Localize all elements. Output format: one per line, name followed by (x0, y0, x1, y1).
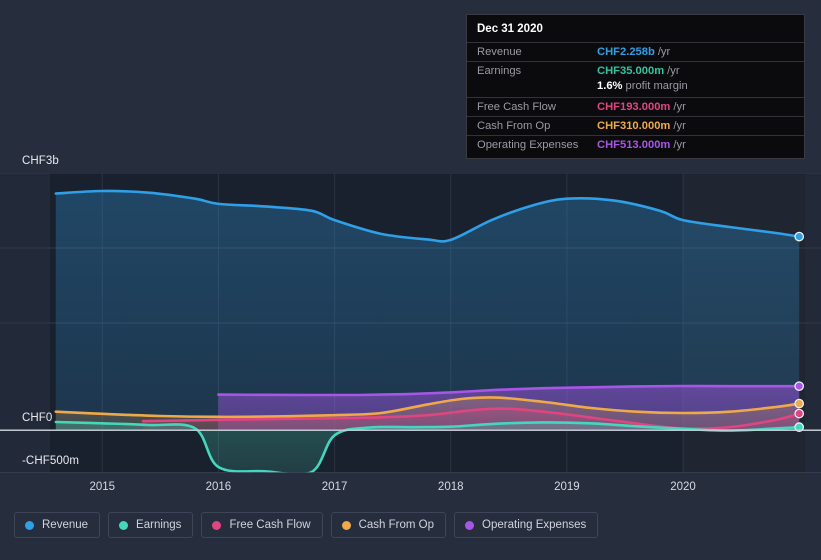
legend-item-operating-expenses[interactable]: Operating Expenses (454, 512, 599, 538)
tooltip-row: Free Cash Flow CHF193.000m/yr (467, 97, 804, 116)
legend-color-dot-icon (465, 520, 475, 530)
tooltip-row-unit: profit margin (625, 80, 688, 92)
y-axis-label-zero: CHF0 (22, 412, 53, 424)
tooltip-date: Dec 31 2020 (477, 23, 543, 35)
legend-color-dot-icon (119, 520, 129, 530)
legend-item-label: Cash From Op (358, 519, 435, 531)
tooltip-row-key: Operating Expenses (477, 139, 579, 151)
legend-item-earnings[interactable]: Earnings (108, 512, 194, 538)
tooltip-row-key: Earnings (477, 65, 522, 77)
legend-color-dot-icon (25, 520, 34, 530)
tooltip-row: Operating Expenses CHF513.000m/yr (467, 135, 804, 154)
legend-item-free-cash-flow[interactable]: Free Cash Flow (201, 512, 323, 538)
legend-item-label: Operating Expenses (482, 519, 587, 531)
tooltip-row-unit: /yr (673, 139, 686, 151)
y-axis-label-top: CHF3b (22, 155, 59, 167)
chart-svg (0, 173, 821, 473)
chart-plot-area (0, 173, 821, 473)
legend-color-dot-icon (341, 520, 351, 530)
tooltip-row-value: 1.6% profit margin (597, 80, 688, 92)
tooltip-row: Cash From Op CHF310.000m/yr (467, 116, 804, 135)
financial-chart-screen: CHF3b CHF0 -CHF500m 2015 2016 2017 2018 2019… (0, 0, 821, 560)
tooltip-row: Revenue CHF2.258b/yr (467, 42, 804, 61)
legend-item-cash-from-op[interactable]: Cash From Op (330, 512, 447, 538)
tooltip-row: Earnings CHF35.000m/yr (467, 61, 804, 80)
tooltip-row-unit: /yr (657, 46, 671, 58)
legend-color-dot-icon (212, 520, 222, 530)
data-tooltip-card: Dec 31 2020 Revenue CHF2.258b/yr Earnings C… (466, 14, 805, 159)
legend-item-label: Revenue (42, 519, 89, 531)
x-axis-tick-label: 2018 (437, 481, 464, 493)
x-axis-tick-label: 2016 (205, 481, 232, 493)
x-axis-tick-label: 2015 (89, 481, 116, 493)
legend-item-label: Free Cash Flow (229, 519, 311, 531)
tooltip-row-key: Free Cash Flow (477, 101, 556, 113)
x-axis-tick-label: 2020 (670, 481, 696, 493)
tooltip-row-unit: /yr (673, 101, 686, 113)
x-axis-tick-label: 2017 (321, 481, 348, 493)
y-axis-label-bottom: -CHF500m (22, 455, 80, 467)
tooltip-row-value: CHF310.000m/yr (597, 120, 686, 132)
tooltip-row-unit: /yr (673, 120, 686, 132)
chart-legend: Revenue Earnings Free Cash Flow Cash From O… (14, 512, 599, 538)
tooltip-row-value: CHF193.000m/yr (597, 101, 686, 113)
tooltip-row-unit: /yr (667, 65, 680, 77)
tooltip-row-key: Cash From Op (477, 120, 551, 132)
legend-item-revenue[interactable]: Revenue (14, 512, 101, 538)
tooltip-row-value: CHF2.258b/yr (597, 46, 671, 58)
tooltip-rows: Revenue CHF2.258b/yr Earnings CHF35.000m/yr… (467, 42, 804, 154)
tooltip-row-value: CHF513.000m/yr (597, 139, 686, 151)
tooltip-row-key: Revenue (477, 46, 522, 58)
legend-item-label: Earnings (136, 519, 182, 531)
x-axis-tick-label: 2019 (554, 481, 580, 493)
tooltip-row: 1.6% profit margin (467, 80, 804, 97)
tooltip-row-value: CHF35.000m/yr (597, 65, 680, 77)
